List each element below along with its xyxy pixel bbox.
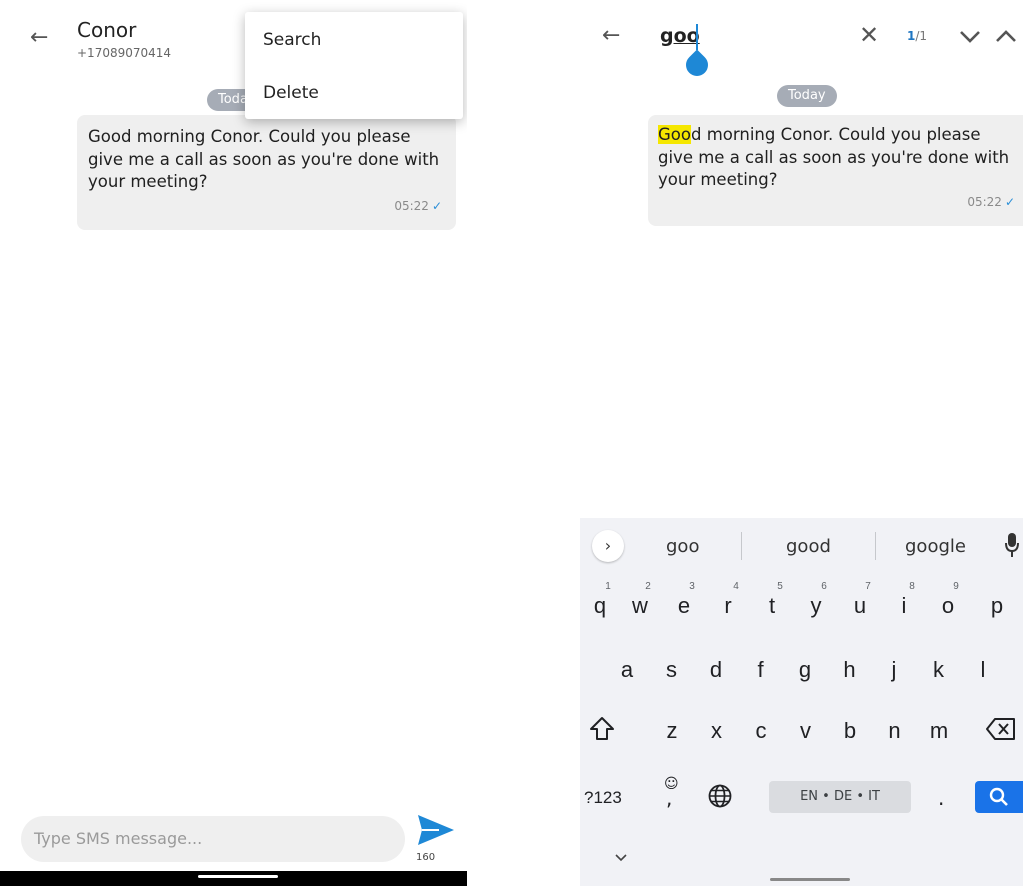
key-hint-q: 1 xyxy=(605,581,611,592)
search-query: goo xyxy=(660,25,700,47)
key-hint-t: 5 xyxy=(777,581,783,592)
key-hint-e: 3 xyxy=(689,581,695,592)
message-time-text: 05:22 xyxy=(394,199,429,213)
key-b[interactable]: b xyxy=(830,718,870,744)
contact-phone: +17089070414 xyxy=(77,46,172,60)
conversation-screen: ← Conor +17089070414 Today Good morning … xyxy=(0,0,467,886)
menu-item-search[interactable]: Search xyxy=(263,30,321,50)
period-key[interactable]: . xyxy=(938,786,944,810)
match-counter: 1/1 xyxy=(907,29,927,43)
key-p[interactable]: p xyxy=(977,593,1017,619)
backspace-icon[interactable] xyxy=(985,716,1017,742)
comma-key[interactable]: , xyxy=(666,786,672,810)
clear-icon[interactable]: ✕ xyxy=(859,21,879,49)
message-time-text: 05:22 xyxy=(967,195,1002,209)
home-indicator[interactable] xyxy=(198,875,278,878)
key-hint-r: 4 xyxy=(733,581,739,592)
symbols-key[interactable]: ?123 xyxy=(584,788,622,808)
key-n[interactable]: n xyxy=(875,718,915,744)
suggestion-divider xyxy=(741,532,742,560)
key-a[interactable]: a xyxy=(607,657,647,683)
key-h[interactable]: h xyxy=(830,657,870,683)
contact-name: Conor xyxy=(77,18,137,42)
key-o[interactable]: o xyxy=(928,593,968,619)
message-text: Good morning Conor. Could you please giv… xyxy=(658,124,1013,192)
key-hint-o: 9 xyxy=(953,581,959,592)
key-l[interactable]: l xyxy=(963,657,1003,683)
search-field[interactable]: goo xyxy=(660,25,780,53)
key-z[interactable]: z xyxy=(652,718,692,744)
overflow-menu: Search Delete xyxy=(245,12,463,119)
key-m[interactable]: m xyxy=(919,718,959,744)
send-icon[interactable] xyxy=(417,814,455,846)
suggestion-2[interactable]: good xyxy=(786,536,831,557)
mic-icon[interactable] xyxy=(1005,532,1019,558)
soft-keyboard: › goo good google q1w2 e3 r4 t5 y6 u7 i8 o9 p as… xyxy=(580,518,1023,886)
chevron-right-icon[interactable]: › xyxy=(592,530,624,562)
caret-handle[interactable] xyxy=(681,49,713,81)
search-key[interactable] xyxy=(975,781,1023,813)
key-u[interactable]: u xyxy=(840,593,880,619)
message-time: 05:22 ✓ xyxy=(394,199,442,213)
message-text-rest: d morning Conor. Could you please give m… xyxy=(658,125,1010,189)
key-hint-u: 7 xyxy=(865,581,871,592)
key-s[interactable]: s xyxy=(652,657,692,683)
key-k[interactable]: k xyxy=(919,657,959,683)
key-x[interactable]: x xyxy=(697,718,737,744)
key-d[interactable]: d xyxy=(696,657,736,683)
search-highlight: Goo xyxy=(658,125,691,144)
key-i[interactable]: i xyxy=(884,593,924,619)
key-r[interactable]: r xyxy=(708,593,748,619)
suggestion-1[interactable]: goo xyxy=(666,536,699,557)
date-chip: Today xyxy=(777,85,837,107)
suggestion-bar: › goo good google xyxy=(580,518,1023,574)
key-f[interactable]: f xyxy=(741,657,781,683)
search-icon xyxy=(989,787,1008,806)
key-hint-i: 8 xyxy=(909,581,915,592)
message-time: 05:22 ✓ xyxy=(967,195,1015,209)
key-j[interactable]: j xyxy=(874,657,914,683)
key-hint-y: 6 xyxy=(821,581,827,592)
system-nav-bar xyxy=(0,871,467,886)
key-g[interactable]: g xyxy=(785,657,825,683)
key-q[interactable]: q xyxy=(580,593,620,619)
search-screen: ← goo ✕ 1/1 Today Good morning Conor. Co… xyxy=(580,0,1023,886)
message-bubble[interactable]: Good morning Conor. Could you please giv… xyxy=(648,115,1023,226)
message-bubble[interactable]: Good morning Conor. Could you please giv… xyxy=(77,115,456,230)
key-w[interactable]: w xyxy=(620,593,660,619)
keyboard-hide-icon[interactable] xyxy=(614,853,628,863)
message-text: Good morning Conor. Could you please giv… xyxy=(88,127,440,191)
match-total: /1 xyxy=(915,29,928,43)
globe-icon[interactable] xyxy=(707,783,733,809)
suggestion-divider xyxy=(875,532,876,560)
back-arrow-icon[interactable]: ← xyxy=(602,25,620,47)
space-key[interactable]: EN • DE • IT xyxy=(769,781,911,813)
suggestion-3[interactable]: google xyxy=(905,536,966,557)
key-t[interactable]: t xyxy=(752,593,792,619)
key-hint-w: 2 xyxy=(645,581,651,592)
shift-icon[interactable] xyxy=(588,715,616,743)
text-caret xyxy=(696,24,698,50)
char-count: 160 xyxy=(416,852,436,863)
key-e[interactable]: e xyxy=(664,593,704,619)
chevron-up-icon[interactable] xyxy=(992,22,1020,50)
key-y[interactable]: y xyxy=(796,593,836,619)
menu-item-delete[interactable]: Delete xyxy=(263,83,319,103)
chevron-down-icon[interactable] xyxy=(956,22,984,50)
key-c[interactable]: c xyxy=(741,718,781,744)
check-icon: ✓ xyxy=(1004,195,1015,209)
sms-message-input[interactable]: Type SMS message... xyxy=(21,816,405,862)
back-arrow-icon[interactable]: ← xyxy=(30,27,48,49)
key-v[interactable]: v xyxy=(786,718,826,744)
check-icon: ✓ xyxy=(431,199,442,213)
home-indicator[interactable] xyxy=(770,878,850,881)
